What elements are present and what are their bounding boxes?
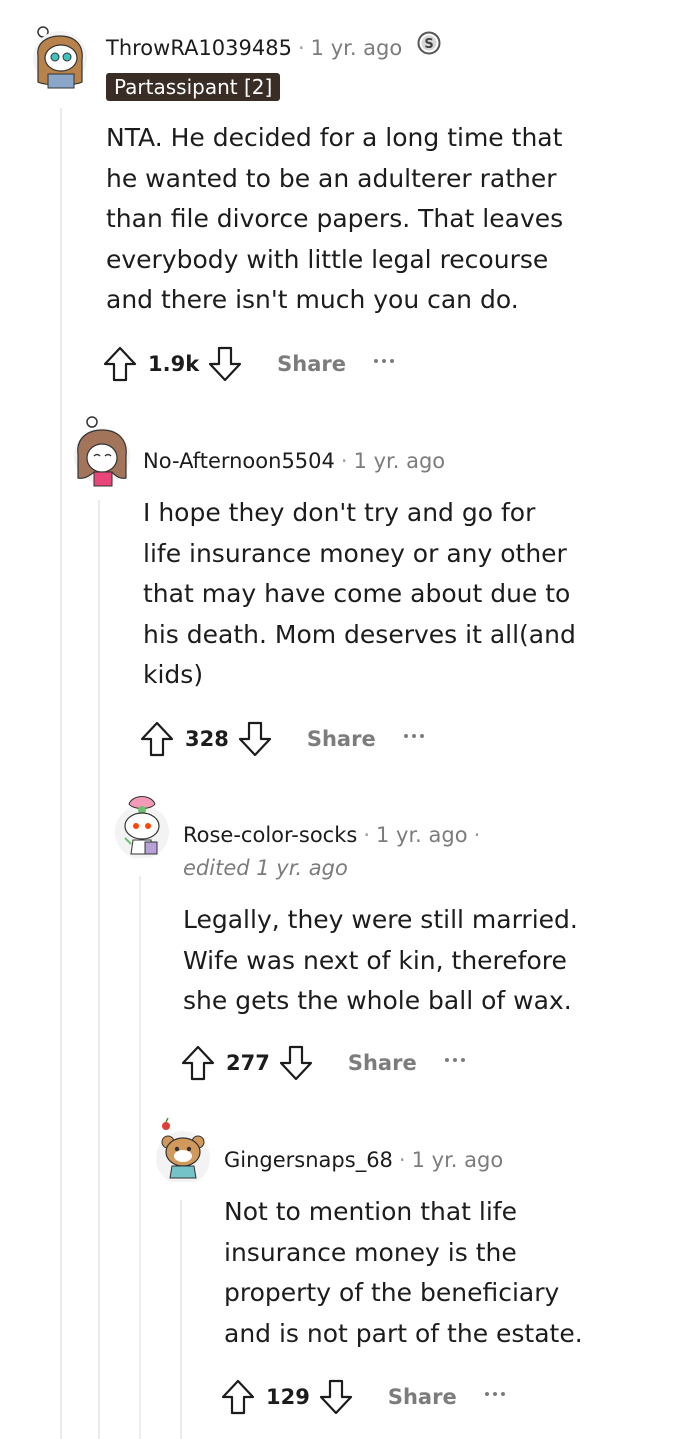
more-options-icon[interactable]: [484, 1392, 505, 1396]
user-avatar[interactable]: [28, 22, 90, 89]
downvote-icon[interactable]: [318, 1377, 354, 1417]
comment-line: and there isn't much you can do.: [106, 285, 519, 314]
comment-meta: ThrowRA1039485 · 1 yr. ago S: [106, 31, 441, 63]
meta-separator: ·: [297, 36, 305, 60]
comment-line: his death. Mom deserves it all(and: [143, 619, 576, 649]
share-button[interactable]: Share: [348, 1051, 417, 1075]
comment-line: I hope they don't try and go for: [143, 498, 536, 527]
timestamp[interactable]: 1 yr. ago: [354, 449, 446, 473]
comment-line: that may have come about due to: [143, 579, 571, 608]
more-options-icon[interactable]: [374, 359, 395, 363]
comment-actions: 129 Share: [220, 1377, 505, 1417]
meta-separator: ·: [473, 823, 481, 847]
user-avatar[interactable]: [111, 788, 173, 859]
downvote-icon[interactable]: [237, 719, 273, 759]
comment-actions: 1.9k Share: [102, 344, 395, 384]
user-avatar[interactable]: [152, 1114, 214, 1185]
vote-score: 129: [266, 1385, 310, 1409]
comment-line: he wanted to be an adulterer rather: [106, 163, 557, 193]
comment-actions: 277 Share: [180, 1043, 465, 1083]
username-link[interactable]: No-Afternoon5504: [143, 449, 335, 473]
comment-line: NTA. He decided for a long time that: [106, 123, 563, 152]
comment-4: Gingersnaps_68 · 1 yr. ago Not to mention …: [0, 1100, 700, 1439]
comment-meta: No-Afternoon5504 · 1 yr. ago: [143, 446, 445, 476]
upvote-icon[interactable]: [139, 719, 175, 759]
comment-meta: Gingersnaps_68 · 1 yr. ago: [224, 1145, 503, 1175]
meta-separator: ·: [363, 823, 371, 847]
user-avatar[interactable]: [68, 412, 130, 487]
comment-line: kids): [143, 660, 204, 689]
comment-body: I hope they don't try and go for life in…: [143, 493, 576, 696]
comment-line: than file divorce papers. That leaves: [106, 204, 564, 233]
comment-line: Not to mention that life: [224, 1197, 517, 1226]
vote-score: 1.9k: [148, 352, 200, 376]
comment-line: Wife was next of kin, therefore: [183, 945, 567, 975]
username-link[interactable]: Rose-color-socks: [183, 823, 357, 847]
comment-2: No-Afternoon5504 · 1 yr. ago I hope they d…: [0, 400, 700, 780]
share-button[interactable]: Share: [307, 727, 376, 751]
username-link[interactable]: ThrowRA1039485: [106, 36, 292, 60]
comment-body: Legally, they were still married. Wife w…: [183, 900, 578, 1022]
comment-body: NTA. He decided for a long time that he …: [106, 118, 563, 321]
comment-line: property of the beneficiary: [224, 1278, 560, 1307]
s-badge-icon: S: [417, 31, 441, 63]
comment-3: Rose-color-socks · 1 yr. ago · edited 1 yr.…: [0, 780, 700, 1100]
downvote-icon[interactable]: [207, 344, 243, 384]
upvote-icon[interactable]: [180, 1043, 216, 1083]
comment-line: everybody with little legal recourse: [106, 244, 549, 274]
comment-line: and is not part of the estate.: [224, 1318, 583, 1348]
more-options-icon[interactable]: [444, 1058, 465, 1062]
downvote-icon[interactable]: [278, 1043, 314, 1083]
timestamp[interactable]: 1 yr. ago: [311, 36, 403, 60]
comment-line: Legally, they were still married.: [183, 905, 578, 934]
meta-separator: ·: [398, 1148, 406, 1172]
comment-line: life insurance money or any other: [143, 538, 567, 568]
upvote-icon[interactable]: [220, 1377, 256, 1417]
comment-actions: 328 Share: [139, 719, 424, 759]
share-button[interactable]: Share: [388, 1385, 457, 1409]
svg-text:S: S: [424, 37, 433, 52]
comment-line: insurance money is the: [224, 1237, 517, 1267]
username-link[interactable]: Gingersnaps_68: [224, 1148, 393, 1172]
comment-body: Not to mention that life insurance money…: [224, 1192, 583, 1354]
meta-separator: ·: [340, 449, 348, 473]
share-button[interactable]: Share: [277, 352, 346, 376]
comment-line: she gets the whole ball of wax.: [183, 986, 572, 1015]
comment-meta: Rose-color-socks · 1 yr. ago ·: [183, 820, 486, 850]
vote-score: 277: [226, 1051, 270, 1075]
upvote-icon[interactable]: [102, 344, 138, 384]
edited-label: edited 1 yr. ago: [183, 856, 348, 880]
timestamp[interactable]: 1 yr. ago: [376, 823, 468, 847]
comment-1: ThrowRA1039485 · 1 yr. ago S Partassipant …: [0, 0, 700, 400]
user-flair: Partassipant [2]: [106, 73, 281, 101]
vote-score: 328: [185, 727, 229, 751]
more-options-icon[interactable]: [403, 734, 424, 738]
timestamp[interactable]: 1 yr. ago: [412, 1148, 504, 1172]
